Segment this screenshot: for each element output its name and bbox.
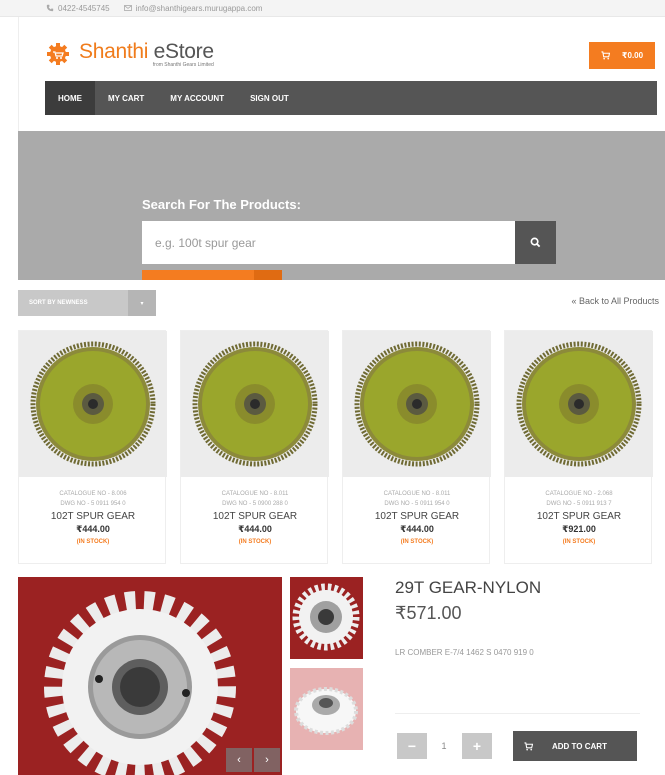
search-accent-bar	[142, 270, 282, 280]
product-image[interactable]	[505, 331, 653, 477]
spur-gear-image	[30, 341, 156, 467]
quantity-increase-button[interactable]: +	[462, 733, 492, 759]
add-to-cart-button[interactable]: ADD TO CART	[513, 731, 637, 761]
gallery-navigation: ‹ ›	[226, 748, 280, 772]
quantity-input[interactable]: 1	[429, 733, 459, 759]
gallery-next-button[interactable]: ›	[254, 748, 280, 772]
gear-cart-logo-icon	[47, 42, 69, 65]
nav-sign-out[interactable]: SIGN OUT	[237, 81, 302, 115]
product-main-image[interactable]	[18, 577, 282, 775]
product-name[interactable]: 102T SPUR GEAR	[181, 511, 329, 522]
nav-my-account[interactable]: MY ACCOUNT	[157, 81, 237, 115]
email-info[interactable]: info@shanthigears.murugappa.com	[123, 4, 263, 13]
stock-status: (IN STOCK)	[76, 539, 110, 545]
product-thumbnail[interactable]	[290, 577, 363, 659]
catalogue-number: CATALOGUE NO - 8.011	[383, 491, 451, 497]
logo-tagline: from Shanthi Gears Limited	[152, 62, 214, 68]
cart-icon	[601, 51, 610, 60]
sort-dropdown[interactable]: SORT BY NEWNESS ▾	[18, 290, 156, 316]
stock-status: (IN STOCK)	[562, 539, 596, 545]
product-price: ₹921.00	[562, 524, 596, 534]
stock-status: (IN STOCK)	[238, 539, 272, 545]
product-name[interactable]: 102T SPUR GEAR	[343, 511, 491, 522]
product-card[interactable]: CATALOGUE NO - 2.068 DWG NO - 5 0911 913…	[504, 330, 653, 564]
product-price: ₹444.00	[76, 524, 110, 534]
spur-gear-image	[192, 341, 318, 467]
product-thumbnail[interactable]	[290, 668, 363, 750]
envelope-icon	[123, 5, 132, 11]
nav-home[interactable]: HOME	[45, 81, 95, 115]
header-cart-button[interactable]: ₹0.00	[589, 42, 655, 69]
site-logo[interactable]: Shanthi eStore from Shanthi Gears Limite…	[45, 41, 214, 68]
product-detail-price: ₹571.00	[395, 603, 462, 623]
site-header: Shanthi eStore from Shanthi Gears Limite…	[18, 17, 665, 131]
search-button[interactable]	[515, 221, 556, 264]
search-hero: Search For The Products:	[18, 131, 665, 280]
product-name[interactable]: 102T SPUR GEAR	[505, 511, 653, 522]
chevron-down-icon: ▾	[128, 290, 156, 316]
catalogue-number: CATALOGUE NO - 8.006	[59, 491, 127, 497]
product-name[interactable]: 102T SPUR GEAR	[19, 511, 167, 522]
search-icon	[530, 237, 541, 248]
product-price: ₹444.00	[400, 524, 434, 534]
sort-label: SORT BY NEWNESS	[29, 300, 88, 306]
product-image[interactable]	[343, 331, 491, 477]
stock-status: (IN STOCK)	[400, 539, 434, 545]
product-card[interactable]: CATALOGUE NO - 8.011 DWG NO - 5 0900 288…	[180, 330, 329, 564]
product-image[interactable]	[181, 331, 329, 477]
product-card[interactable]: CATALOGUE NO - 8.006 DWG NO - 5 0911 954…	[18, 330, 167, 564]
catalogue-number: CATALOGUE NO - 2.068	[545, 491, 613, 497]
catalogue-number: CATALOGUE NO - 8.011	[221, 491, 289, 497]
drawing-number: DWG NO - 5 0911 954 0	[384, 501, 450, 507]
product-image[interactable]	[19, 331, 167, 477]
search-input[interactable]	[142, 221, 515, 264]
nylon-gear-thumbnail	[290, 668, 363, 750]
product-card[interactable]: CATALOGUE NO - 8.011 DWG NO - 5 0911 954…	[342, 330, 491, 564]
nylon-gear-thumbnail	[290, 577, 363, 659]
logo-brand-name: Shanthi	[79, 40, 149, 63]
product-detail-title: 29T GEAR-NYLON	[395, 578, 542, 597]
drawing-number: DWG NO - 5 0911 954 0	[60, 501, 126, 507]
divider	[395, 713, 640, 714]
contact-bar: 0422-4545745 info@shanthigears.murugappa…	[0, 0, 665, 17]
spur-gear-image	[516, 341, 642, 467]
phone-icon	[46, 4, 54, 12]
cart-icon	[524, 741, 533, 750]
email-address[interactable]: info@shanthigears.murugappa.com	[136, 4, 263, 13]
drawing-number: DWG NO - 5 0900 288 0	[222, 501, 288, 507]
nylon-gear-image	[18, 577, 282, 775]
phone-info: 0422-4545745	[46, 4, 110, 13]
phone-number: 0422-4545745	[58, 3, 110, 13]
search-title: Search For The Products:	[142, 197, 301, 212]
gallery-prev-button[interactable]: ‹	[226, 748, 252, 772]
cart-total: ₹0.00	[621, 51, 644, 60]
product-price: ₹444.00	[238, 524, 272, 534]
quantity-decrease-button[interactable]: −	[397, 733, 427, 759]
product-detail-description: LR COMBER E-7/4 1462 S 0470 919 0	[395, 648, 534, 657]
add-to-cart-label: ADD TO CART	[552, 741, 607, 751]
back-to-products-link[interactable]: « Back to All Products	[571, 296, 659, 306]
spur-gear-image	[354, 341, 480, 467]
nav-my-cart[interactable]: MY CART	[95, 81, 157, 115]
logo-brand-suffix: eStore	[153, 40, 214, 63]
main-nav: HOME MY CART MY ACCOUNT SIGN OUT	[45, 81, 657, 115]
drawing-number: DWG NO - 5 0911 913 7	[546, 501, 612, 507]
